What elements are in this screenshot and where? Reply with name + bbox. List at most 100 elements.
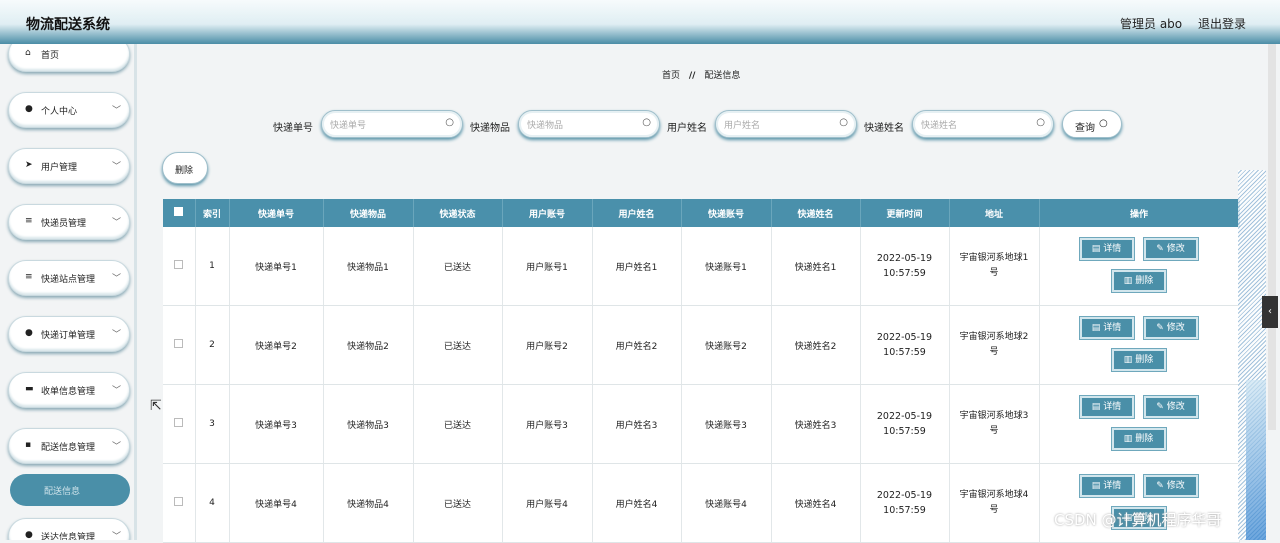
table-row: 4 快递单号4 快递物品4 已送达 用户账号4 用户姓名4 快递账号4 快递姓名…	[163, 463, 1240, 543]
edit-button[interactable]: ✎ 修改	[1143, 238, 1198, 260]
sidebar-item-label: 收单信息管理	[41, 387, 96, 397]
search-field-user-name[interactable]: ○	[715, 110, 857, 138]
row-delete-button[interactable]: ▥ 删除	[1111, 270, 1166, 292]
detail-button[interactable]: ▤ 详情	[1079, 238, 1134, 260]
row-delete-button-label: 删除	[1135, 434, 1154, 444]
edit-button-label: 修改	[1166, 402, 1185, 412]
chevron-down-icon: ﹀	[111, 532, 121, 540]
cell-item: 快递物品1	[323, 227, 414, 306]
cell-user-account: 用户账号1	[502, 227, 593, 306]
table-row: 2 快递单号2 快递物品2 已送达 用户账号2 用户姓名2 快递账号2 快递姓名…	[163, 305, 1240, 385]
sidebar-item-home[interactable]: ⌂ 首页	[8, 44, 130, 72]
detail-button-label: 详情	[1103, 402, 1122, 412]
sidebar-item-label: 快递员管理	[41, 219, 87, 229]
cell-actions: ▤ 详情 ✎ 修改 ▥ 删除	[1039, 463, 1240, 543]
breadcrumb-separator: //	[688, 71, 696, 81]
search-field-item[interactable]: ○	[518, 110, 660, 138]
cell-index: 3	[195, 384, 230, 464]
search-input-item[interactable]	[527, 118, 639, 132]
search-label-tracking-no: 快递单号	[273, 123, 313, 134]
search-input-user-name[interactable]	[724, 118, 836, 132]
person-icon: ●	[25, 104, 33, 114]
cell-index: 2	[195, 305, 230, 385]
sidebar-item-station-management[interactable]: ≡ 快递站点管理 ﹀	[8, 260, 130, 296]
cell-tracking-no: 快递单号2	[229, 305, 324, 385]
search-icon: ○	[1099, 118, 1108, 129]
sidebar-item-courier-management[interactable]: ≡ 快递员管理 ﹀	[8, 204, 130, 240]
row-checkbox[interactable]	[163, 305, 196, 385]
row-delete-button-label: 删除	[1135, 355, 1154, 365]
edit-button[interactable]: ✎ 修改	[1143, 475, 1198, 497]
row-checkbox[interactable]	[163, 384, 196, 464]
detail-button[interactable]: ▤ 详情	[1079, 475, 1134, 497]
cell-actions: ▤ 详情 ✎ 修改 ▥ 删除	[1039, 227, 1240, 306]
current-user: 管理员 abo	[1120, 17, 1183, 31]
chevron-down-icon: ﹀	[111, 274, 121, 284]
monitor-icon: ▬	[25, 384, 34, 394]
search-field-courier-name[interactable]: ○	[912, 110, 1054, 138]
chevron-down-icon: ﹀	[111, 106, 121, 116]
panel-toggle-chevron-left-icon[interactable]: ‹	[1262, 296, 1278, 328]
cell-tracking-no: 快递单号4	[229, 463, 324, 543]
row-checkbox[interactable]	[163, 227, 196, 306]
row-checkbox[interactable]	[163, 463, 196, 543]
trash-icon: ▥	[1123, 276, 1133, 286]
page-scrollbar[interactable]	[1268, 44, 1276, 430]
search-input-courier-name[interactable]	[921, 118, 1033, 132]
bulk-delete-label: 删除	[175, 166, 194, 176]
document-icon: ▤	[1091, 323, 1101, 333]
person-icon: ●	[25, 530, 33, 540]
query-button[interactable]: 查询 ○	[1062, 110, 1122, 138]
chevron-down-icon: ﹀	[111, 162, 121, 172]
document-icon: ▤	[1091, 244, 1101, 254]
mouse-cursor-icon: ⇱	[150, 398, 162, 414]
cell-actions: ▤ 详情 ✎ 修改 ▥ 删除	[1039, 305, 1240, 385]
sidebar-item-arrival-management[interactable]: ● 送达信息管理 ﹀	[8, 518, 130, 540]
cell-update-time: 2022-05-19 10:57:59	[860, 305, 950, 385]
edit-button[interactable]: ✎ 修改	[1143, 317, 1198, 339]
edit-button[interactable]: ✎ 修改	[1143, 396, 1198, 418]
chevron-down-icon: ﹀	[111, 218, 121, 228]
app-title: 物流配送系统	[26, 17, 110, 33]
edit-button-label: 修改	[1166, 323, 1185, 333]
cell-update-time: 2022-05-19 10:57:59	[860, 384, 950, 464]
sidebar-item-personal-center[interactable]: ● 个人中心 ﹀	[8, 92, 130, 128]
detail-button[interactable]: ▤ 详情	[1079, 317, 1134, 339]
detail-button[interactable]: ▤ 详情	[1079, 396, 1134, 418]
sidebar: ⌂ 首页 ● 个人中心 ﹀ ➤ 用户管理 ﹀ ≡ 快递员管理 ﹀ ≡ 快递站点管…	[0, 44, 134, 540]
breadcrumb: 首页 // 配送信息	[662, 68, 740, 81]
query-button-label: 查询	[1075, 123, 1095, 134]
row-delete-button-label: 删除	[1135, 276, 1154, 286]
cell-item: 快递物品4	[323, 463, 414, 543]
cell-status: 已送达	[413, 305, 503, 385]
select-all-checkbox[interactable]	[163, 199, 196, 227]
sidebar-item-order-management[interactable]: ● 快递订单管理 ﹀	[8, 316, 130, 352]
row-delete-button[interactable]: ▥ 删除	[1111, 428, 1166, 450]
breadcrumb-current: 配送信息	[704, 71, 741, 81]
cell-courier-name: 快递姓名2	[771, 305, 861, 385]
cell-actions: ▤ 详情 ✎ 修改 ▥ 删除	[1039, 384, 1240, 464]
sidebar-item-delivery-management[interactable]: ▪ 配送信息管理 ﹀	[8, 428, 130, 464]
pencil-icon: ✎	[1156, 402, 1164, 412]
sidebar-subitem-delivery-info[interactable]: 配送信息	[10, 474, 130, 506]
sidebar-item-receipt-management[interactable]: ▬ 收单信息管理 ﹀	[8, 372, 130, 408]
logout-link[interactable]: 退出登录	[1198, 15, 1246, 32]
search-label-user-name: 用户姓名	[667, 123, 707, 134]
row-delete-button[interactable]: ▥ 删除	[1111, 349, 1166, 371]
person-icon: ●	[25, 328, 33, 338]
cell-tracking-no: 快递单号1	[229, 227, 324, 306]
cell-status: 已送达	[413, 227, 503, 306]
cell-item: 快递物品3	[323, 384, 414, 464]
search-input-tracking-no[interactable]	[330, 118, 442, 132]
search-field-tracking-no[interactable]: ○	[321, 110, 463, 138]
edit-button-label: 修改	[1166, 244, 1185, 254]
column-header: 快递姓名	[771, 199, 861, 227]
trash-icon: ▥	[1123, 434, 1133, 444]
table-row: 1 快递单号1 快递物品1 已送达 用户账号1 用户姓名1 快递账号1 快递姓名…	[163, 227, 1240, 306]
cell-courier-account: 快递账号1	[681, 227, 772, 306]
bulk-delete-button[interactable]: 删除	[162, 152, 208, 184]
breadcrumb-home[interactable]: 首页	[662, 71, 680, 81]
cell-user-name: 用户姓名3	[592, 384, 682, 464]
sidebar-item-user-management[interactable]: ➤ 用户管理 ﹀	[8, 148, 130, 184]
cell-update-time: 2022-05-19 10:57:59	[860, 227, 950, 306]
